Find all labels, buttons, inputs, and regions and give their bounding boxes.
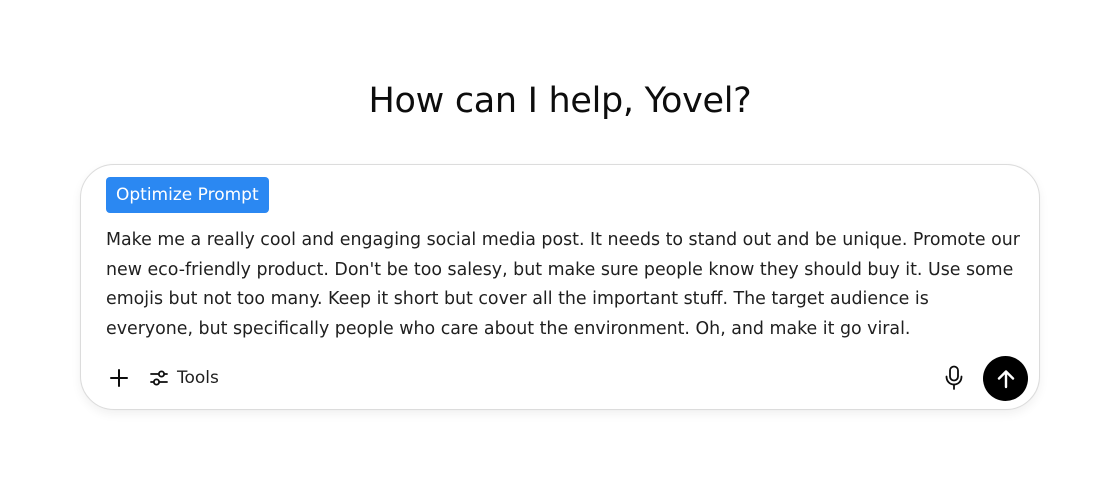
plus-icon: [110, 369, 128, 387]
greeting-heading: How can I help, Yovel?: [368, 81, 752, 121]
tools-label: Tools: [177, 368, 219, 388]
optimize-prompt-button[interactable]: Optimize Prompt: [106, 177, 269, 213]
prompt-composer: Optimize Prompt Make me a really cool an…: [80, 164, 1040, 410]
arrow-up-icon: [997, 369, 1014, 388]
microphone-icon: [945, 365, 963, 390]
prompt-input[interactable]: Make me a really cool and engaging socia…: [106, 226, 1021, 345]
voice-input-button[interactable]: [941, 364, 967, 392]
send-button[interactable]: [983, 356, 1028, 401]
add-attachment-button[interactable]: [103, 360, 135, 396]
tools-button[interactable]: Tools: [149, 360, 219, 396]
sliders-icon: [150, 370, 168, 386]
composer-toolbar: Tools: [103, 360, 219, 396]
chat-home-page: How can I help, Yovel? Optimize Prompt M…: [0, 0, 1108, 497]
